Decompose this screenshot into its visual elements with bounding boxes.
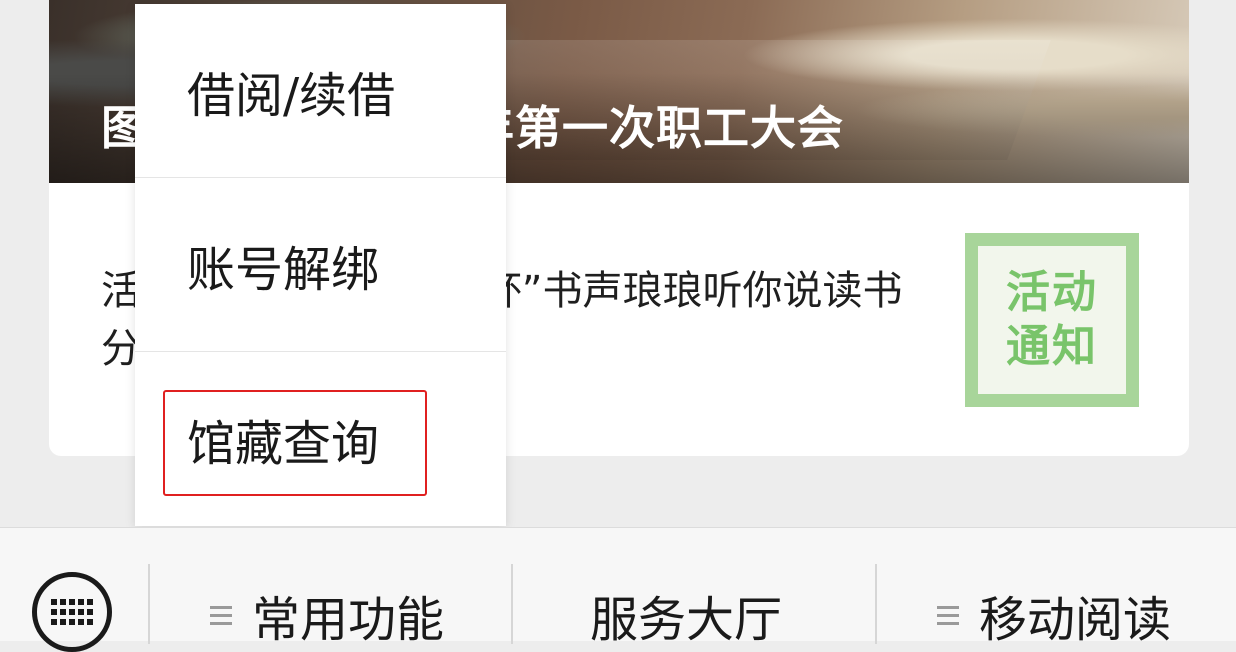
divider <box>511 564 513 644</box>
article-thumbnail[interactable]: 活动 通知 <box>965 233 1139 407</box>
popup-menu: 借阅/续借 账号解绑 馆藏查询 <box>135 4 506 526</box>
thumbnail-text-line-1: 活动 <box>1006 267 1098 318</box>
thumbnail-text-line-2: 通知 <box>1006 321 1098 372</box>
divider <box>148 564 150 644</box>
menu-icon <box>937 601 959 630</box>
keyboard-icon[interactable] <box>32 572 112 652</box>
menu-item-unbind-account[interactable]: 账号解绑 <box>135 178 506 352</box>
menu-item-collection-search[interactable]: 馆藏查询 <box>135 352 506 526</box>
divider <box>875 564 877 644</box>
menu-icon <box>210 601 232 630</box>
bottom-menu-bar: 常用功能 服务大厅 移动阅读 <box>0 527 1236 652</box>
menu-item-borrow-renew[interactable]: 借阅/续借 <box>135 4 506 178</box>
